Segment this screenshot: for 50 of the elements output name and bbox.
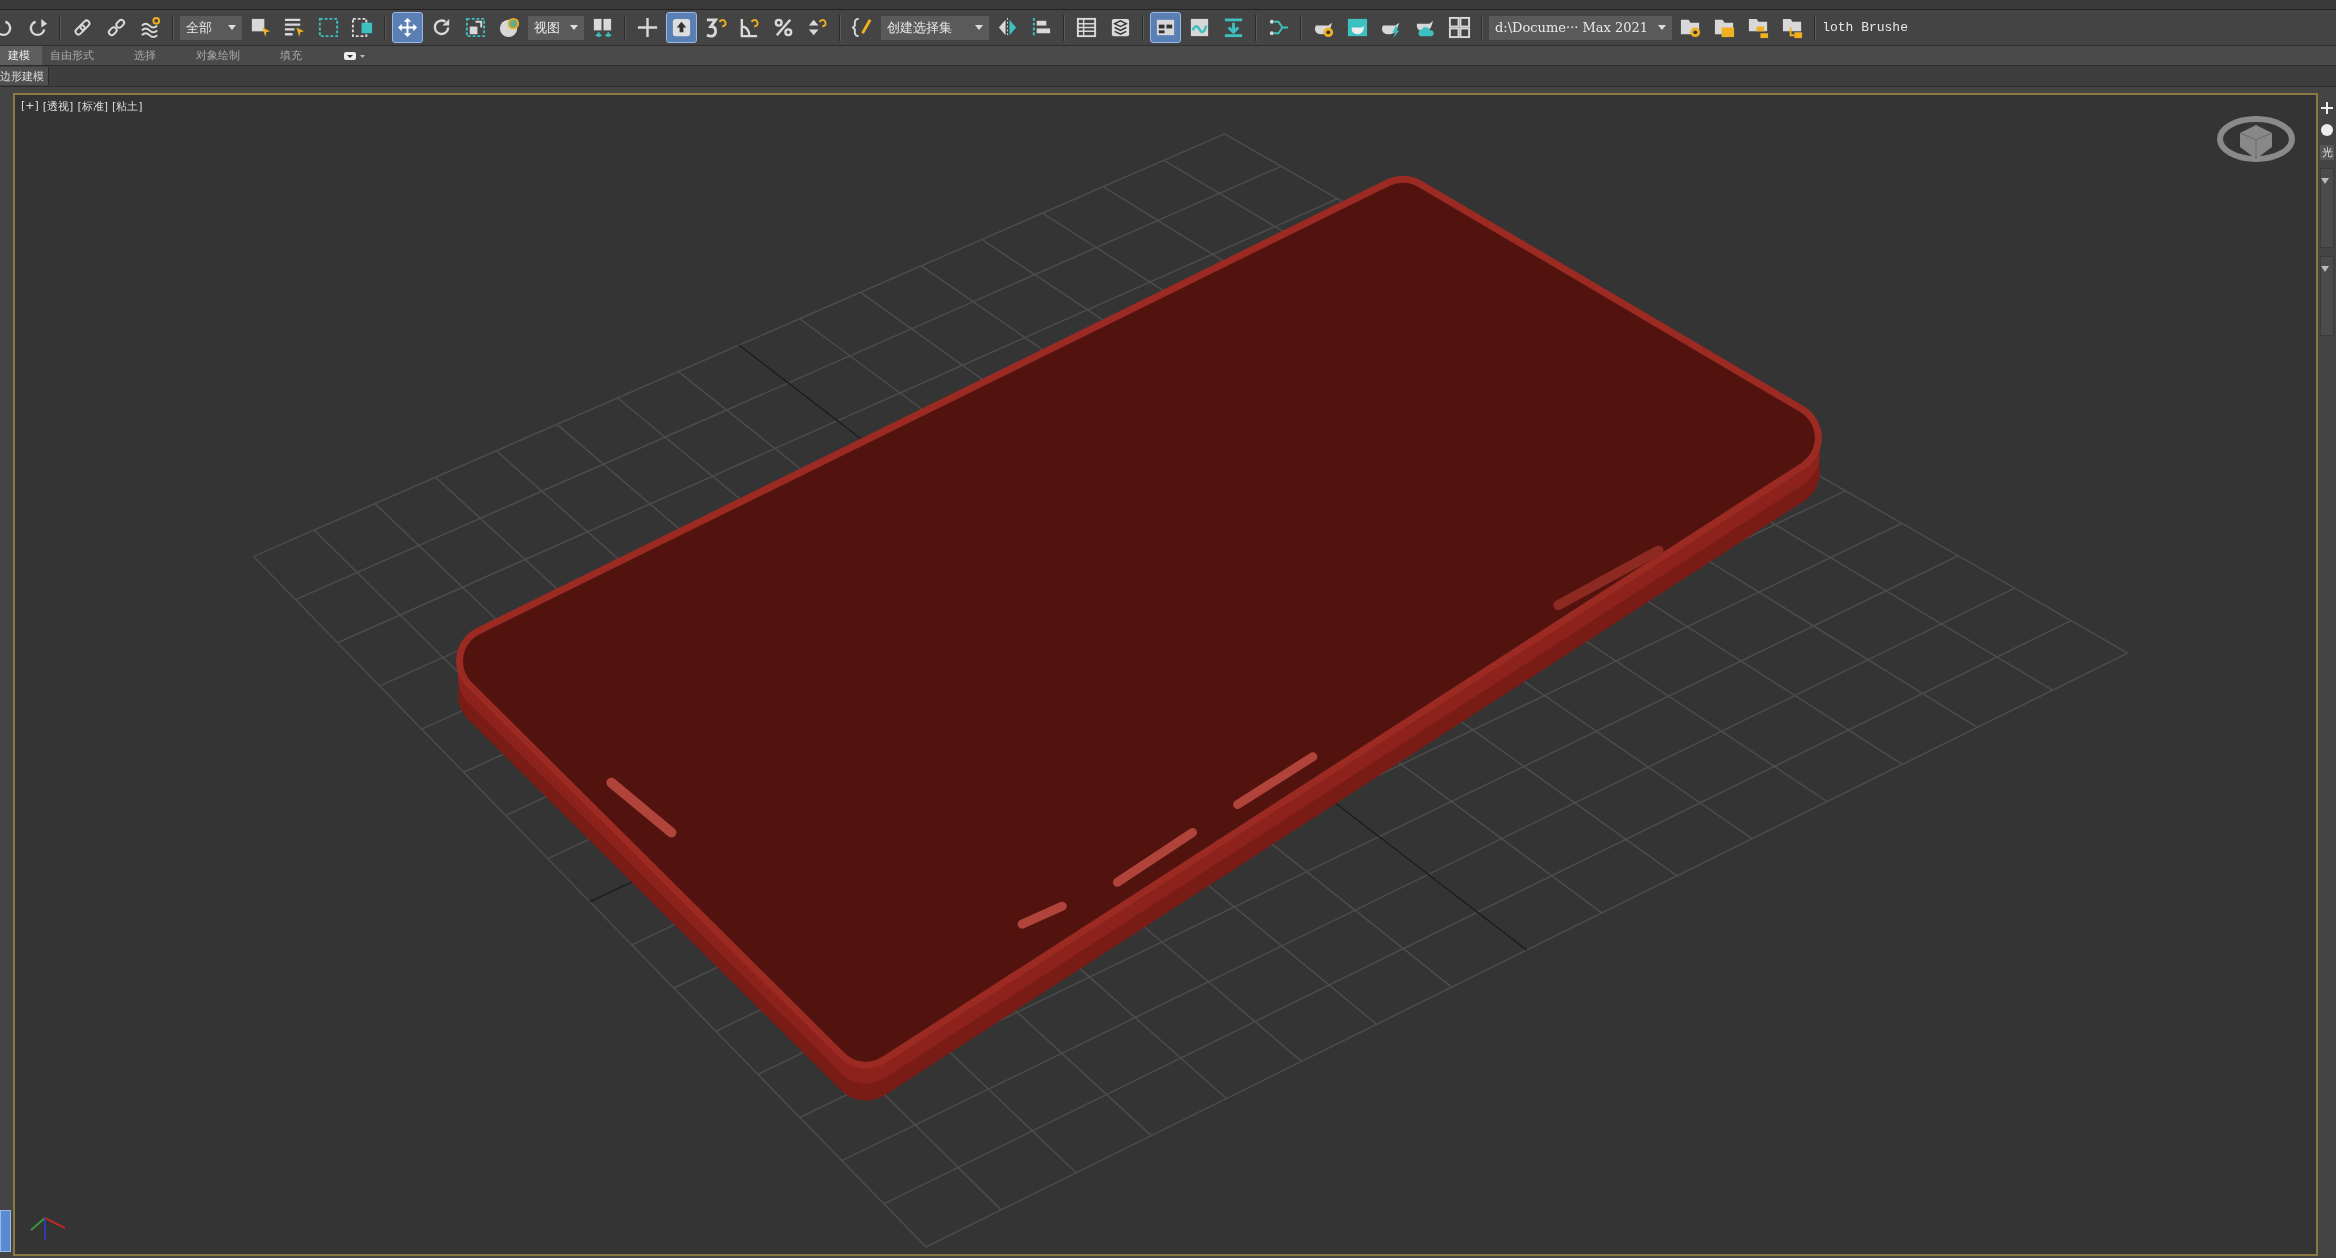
- move-icon: [396, 16, 419, 39]
- dashed-rectangle-icon: [317, 16, 340, 39]
- panel-title[interactable]: 边形建模: [0, 67, 49, 85]
- select-list-icon: [283, 16, 306, 39]
- download-icon: [1222, 16, 1245, 39]
- viewport-label[interactable]: [+]: [21, 99, 39, 114]
- table-icon: [1075, 16, 1098, 39]
- ribbon-tab[interactable]: 自由形式: [42, 46, 126, 65]
- curve-editor-icon: [1188, 16, 1211, 39]
- wave-icon: [139, 16, 162, 39]
- select-object-icon: [249, 16, 272, 39]
- ribbon-tab[interactable]: 对象绘制: [188, 46, 272, 65]
- dropdown[interactable]: 创建选择集: [881, 15, 989, 40]
- sphere-icon: [498, 16, 521, 39]
- named-selection-icon: [851, 16, 874, 39]
- move-button[interactable]: [392, 12, 423, 43]
- collapse-arrow-icon[interactable]: [2321, 178, 2329, 184]
- viewport-label[interactable]: [标准]: [77, 99, 108, 114]
- unlink-icon: [105, 16, 128, 39]
- circle-icon[interactable]: [2320, 123, 2334, 137]
- dropdown[interactable]: 全部: [180, 15, 242, 40]
- image-grid-icon: [1448, 16, 1471, 39]
- ribbon-tab[interactable]: 选择: [126, 46, 188, 65]
- viewport-label[interactable]: [透视]: [42, 99, 74, 114]
- crosshair-icon: [636, 16, 659, 39]
- ribbon-tab[interactable]: 填充: [272, 46, 334, 65]
- snap-icon: [704, 16, 727, 39]
- ribbon-button[interactable]: [1150, 12, 1181, 43]
- folder-tree-icon: [1747, 16, 1771, 39]
- keyboard-button[interactable]: [666, 12, 697, 43]
- plus-icon[interactable]: [2320, 101, 2334, 115]
- pivot-icon: [591, 16, 614, 39]
- dropdown[interactable]: d:\Docume··· Max 2021: [1489, 15, 1673, 40]
- teapot-window-icon: [1346, 16, 1369, 39]
- keyboard-icon: [670, 16, 693, 39]
- percent-snap-icon: [772, 16, 795, 39]
- panel-tab[interactable]: 光: [2320, 145, 2334, 160]
- viewport-label[interactable]: [粘土]: [112, 99, 143, 114]
- layers-icon: [1109, 16, 1132, 39]
- mirror-icon: [996, 16, 1019, 39]
- link-icon: [71, 16, 94, 39]
- toolbar-label[interactable]: loth Brushe: [1822, 20, 1908, 35]
- collapse-arrow-icon[interactable]: [2321, 266, 2329, 272]
- folder-tree-icon: [1781, 16, 1805, 39]
- angle-snap-icon: [738, 16, 761, 39]
- ribbon-tab[interactable]: 建模: [0, 46, 42, 65]
- dropdown[interactable]: 视图: [528, 15, 584, 40]
- window-crossing-icon: [351, 16, 374, 39]
- scale-icon: [464, 16, 487, 39]
- toggle-icon[interactable]: [344, 50, 366, 61]
